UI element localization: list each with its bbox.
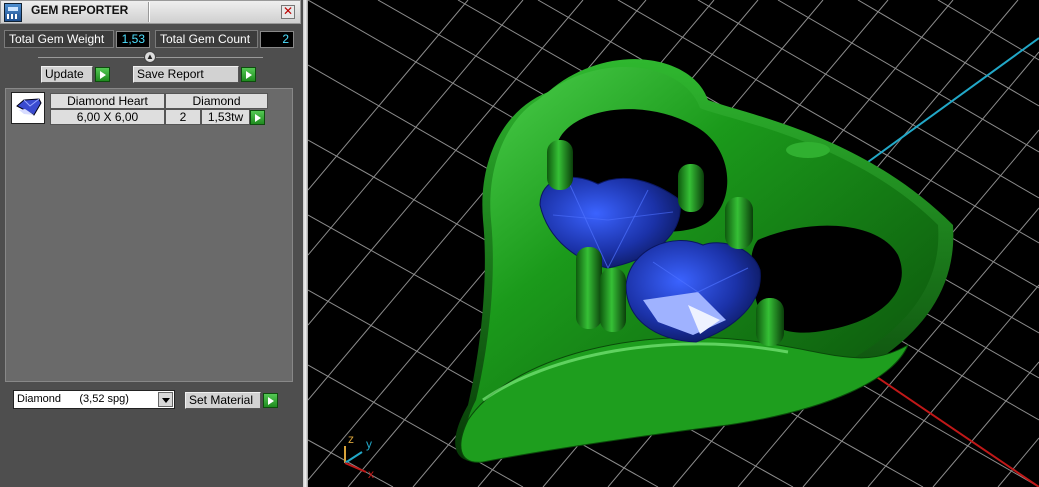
gem-row-go-icon[interactable]	[250, 110, 265, 125]
gem-weight-cell: 1,53tw	[201, 109, 250, 125]
gem-size-cell: 6,00 X 6,00	[50, 109, 165, 125]
update-go-icon[interactable]	[95, 67, 110, 82]
window-title: GEM REPORTER	[31, 3, 129, 17]
total-gem-weight-value: 1,53	[116, 31, 150, 48]
total-gem-weight-label: Total Gem Weight	[4, 30, 114, 48]
axis-z-label: z	[348, 432, 354, 446]
total-gem-count-value: 2	[260, 31, 294, 48]
close-icon[interactable]: ✕	[281, 5, 295, 19]
gem-count-cell: 2	[165, 109, 201, 125]
set-material-button[interactable]: Set Material	[185, 392, 261, 409]
update-button[interactable]: Update	[41, 66, 93, 83]
save-report-button[interactable]: Save Report	[133, 66, 239, 83]
material-select-value: Diamond (3,52 spg)	[17, 393, 129, 405]
axis-y-label: y	[366, 437, 372, 451]
heart-gem-thumbnail-icon	[11, 92, 45, 124]
gem-shape-cell: Diamond Heart	[50, 93, 165, 109]
gem-reporter-panel: GEM REPORTER ✕ Total Gem Weight 1,53 Tot…	[0, 0, 303, 487]
total-gem-count-label: Total Gem Count	[155, 30, 258, 48]
gem-reporter-app-icon	[4, 3, 22, 22]
world-y-axis	[867, 37, 1039, 163]
viewport-canvas[interactable]: z y x	[308, 0, 1039, 487]
gem-material-cell: Diamond	[165, 93, 268, 109]
save-report-go-icon[interactable]	[241, 67, 256, 82]
axis-x-label: x	[368, 467, 374, 481]
set-material-go-icon[interactable]	[263, 393, 278, 408]
gem-list: Diamond Heart Diamond 6,00 X 6,00 2 1,53…	[5, 88, 293, 382]
3d-viewport[interactable]: z y x	[308, 0, 1039, 487]
material-select[interactable]: Diamond (3,52 spg)	[13, 390, 175, 409]
title-separator	[148, 2, 150, 22]
chevron-down-icon[interactable]	[158, 392, 173, 407]
collapse-arrow-icon[interactable]: ▲	[144, 51, 156, 63]
title-bar: GEM REPORTER ✕	[0, 0, 301, 24]
